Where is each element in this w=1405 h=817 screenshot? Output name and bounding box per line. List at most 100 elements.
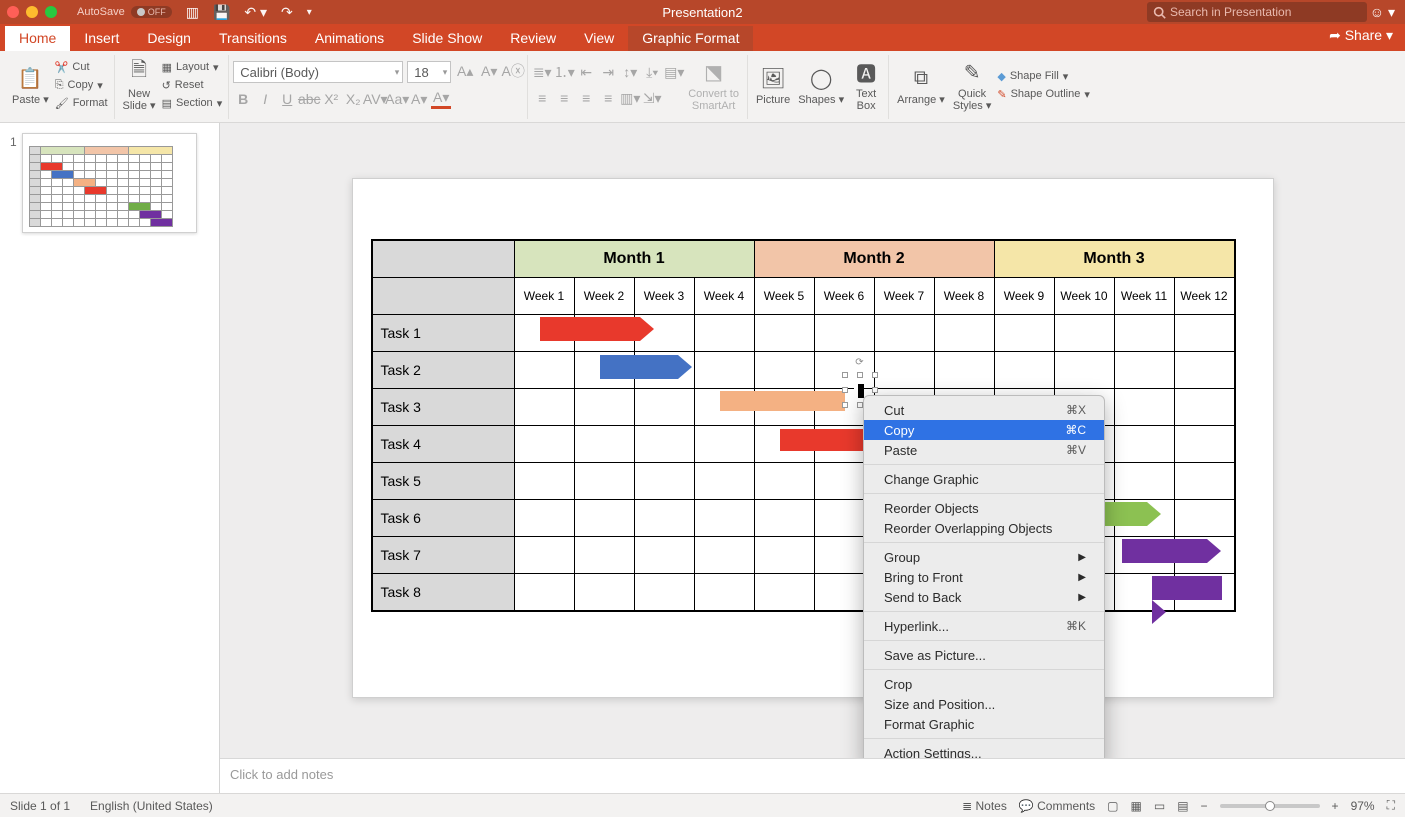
italic-button[interactable]: I [255,89,275,109]
tab-animations[interactable]: Animations [301,26,398,51]
menu-paste[interactable]: Paste⌘V [864,440,1104,460]
qat-fileview-icon[interactable]: ▥ [186,4,199,21]
menu-group[interactable]: Group▶ [864,547,1104,567]
menu-size-position[interactable]: Size and Position... [864,694,1104,714]
slide-counter[interactable]: Slide 1 of 1 [10,799,70,813]
convert-smartart-button[interactable]: ⬔ Convert toSmartArt [684,55,743,115]
account-button[interactable]: ☺ ▾ [1370,4,1395,21]
slide-thumbnail-1[interactable]: 1 [10,133,219,233]
autosave-toggle[interactable]: OFF [131,6,172,18]
highlight-button[interactable]: A▾ [409,89,429,109]
menu-cut[interactable]: Cut⌘X [864,400,1104,420]
qat-customize-icon[interactable]: ▾ [307,7,312,18]
increase-font-button[interactable]: A▴ [455,61,475,81]
zoom-in-button[interactable]: + [1332,799,1339,813]
view-normal-button[interactable]: ▢ [1107,799,1118,813]
increase-indent-button[interactable]: ⇥ [598,62,618,82]
tab-review[interactable]: Review [496,26,570,51]
task-bar-7[interactable] [1122,539,1221,563]
shape-outline-button[interactable]: ✎Shape Outline ▾ [995,87,1091,102]
copy-button[interactable]: ⎘Copy ▾ [53,78,110,93]
bold-button[interactable]: B [233,89,253,109]
align-left-button[interactable]: ≡ [532,88,552,108]
shape-fill-button[interactable]: ◆Shape Fill ▾ [995,69,1091,84]
section-button[interactable]: ▤Section ▾ [160,96,225,111]
zoom-slider[interactable] [1220,804,1320,808]
slide[interactable]: Month 1 Month 2 Month 3 Week 1 Week 2 We… [352,178,1274,698]
font-combo[interactable]: Calibri (Body) [233,61,403,83]
menu-send-to-back[interactable]: Send to Back▶ [864,587,1104,607]
quick-styles-button[interactable]: ✎QuickStyles ▾ [949,55,996,115]
font-size-combo[interactable]: 18 [407,61,451,83]
menu-reorder-objects[interactable]: Reorder Objects [864,498,1104,518]
menu-change-graphic[interactable]: Change Graphic [864,469,1104,489]
view-reading-button[interactable]: ▭ [1154,799,1165,813]
task-bar-4[interactable] [780,429,870,451]
text-direction-button[interactable]: ⤓▾ [642,62,662,82]
notes-pane[interactable]: Click to add notes [220,758,1405,793]
shapes-button[interactable]: ◯Shapes ▾ [794,55,848,115]
font-color-button[interactable]: A▾ [431,89,451,109]
fit-to-window-button[interactable]: ⛶ [1387,798,1395,813]
gantt-chart[interactable]: Month 1 Month 2 Month 3 Week 1 Week 2 We… [371,239,1236,612]
cut-button[interactable]: ✂️Cut [53,60,110,75]
comments-toggle[interactable]: 💬 Comments [1019,799,1095,813]
clear-format-button[interactable]: Aⓧ [503,61,523,81]
strikethrough-button[interactable]: abc [299,89,319,109]
underline-button[interactable]: U [277,89,297,109]
task-bar-3[interactable] [720,391,845,411]
notes-toggle[interactable]: ≣ Notes [962,799,1007,813]
rotate-handle-icon[interactable]: ⟳ [855,357,863,368]
menu-reorder-overlapping[interactable]: Reorder Overlapping Objects [864,518,1104,538]
superscript-button[interactable]: X² [321,89,341,109]
justify-button[interactable]: ≡ [598,88,618,108]
menu-hyperlink[interactable]: Hyperlink...⌘K [864,616,1104,636]
align-text-button[interactable]: ▤▾ [664,62,684,82]
tab-graphic-format[interactable]: Graphic Format [628,26,753,51]
tab-view[interactable]: View [570,26,628,51]
zoom-level[interactable]: 97% [1351,799,1375,813]
numbering-button[interactable]: ⒈▾ [554,62,574,82]
qat-undo-icon[interactable]: ↶ ▾ [244,4,267,21]
decrease-font-button[interactable]: A▾ [479,61,499,81]
view-sorter-button[interactable]: ▦ [1131,799,1142,813]
arrange-button[interactable]: ⧉Arrange ▾ [893,55,949,115]
menu-bring-to-front[interactable]: Bring to Front▶ [864,567,1104,587]
search-input[interactable]: Search in Presentation [1147,2,1367,22]
menu-format-graphic[interactable]: Format Graphic [864,714,1104,734]
distribute-button[interactable]: ⇲▾ [642,88,662,108]
decrease-indent-button[interactable]: ⇤ [576,62,596,82]
char-spacing-button[interactable]: AV▾ [365,89,385,109]
bullets-button[interactable]: ≣▾ [532,62,552,82]
subscript-button[interactable]: X₂ [343,89,363,109]
task-bar-8[interactable] [1152,576,1235,600]
picture-button[interactable]: 🖼Picture [752,55,794,115]
task-bar-1[interactable] [540,317,654,341]
paste-button[interactable]: 📋 Paste ▾ [8,55,53,115]
columns-button[interactable]: ▥▾ [620,88,640,108]
menu-crop[interactable]: Crop [864,674,1104,694]
tab-transitions[interactable]: Transitions [205,26,301,51]
qat-save-icon[interactable]: 💾 [213,4,230,21]
align-right-button[interactable]: ≡ [576,88,596,108]
language-status[interactable]: English (United States) [90,799,213,813]
reset-button[interactable]: ↺Reset [160,78,225,93]
qat-redo-icon[interactable]: ↷ [281,4,293,21]
menu-copy[interactable]: Copy⌘C [864,420,1104,440]
align-center-button[interactable]: ≡ [554,88,574,108]
zoom-out-button[interactable]: − [1201,799,1208,813]
new-slide-button[interactable]: 🗎 NewSlide ▾ [119,55,160,115]
share-button[interactable]: ➦ Share ▾ [1329,27,1393,44]
maximize-window-button[interactable] [45,6,57,18]
textbox-button[interactable]: 🅰TextBox [848,55,884,115]
tab-home[interactable]: Home [5,26,70,51]
menu-save-as-picture[interactable]: Save as Picture... [864,645,1104,665]
task-bar-2[interactable] [600,355,692,379]
line-spacing-button[interactable]: ↕▾ [620,62,640,82]
change-case-button[interactable]: Aa▾ [387,89,407,109]
minimize-window-button[interactable] [26,6,38,18]
tab-slideshow[interactable]: Slide Show [398,26,496,51]
layout-button[interactable]: ▦Layout ▾ [160,60,225,75]
tab-design[interactable]: Design [133,26,205,51]
slide-canvas[interactable]: Month 1 Month 2 Month 3 Week 1 Week 2 We… [220,123,1405,793]
